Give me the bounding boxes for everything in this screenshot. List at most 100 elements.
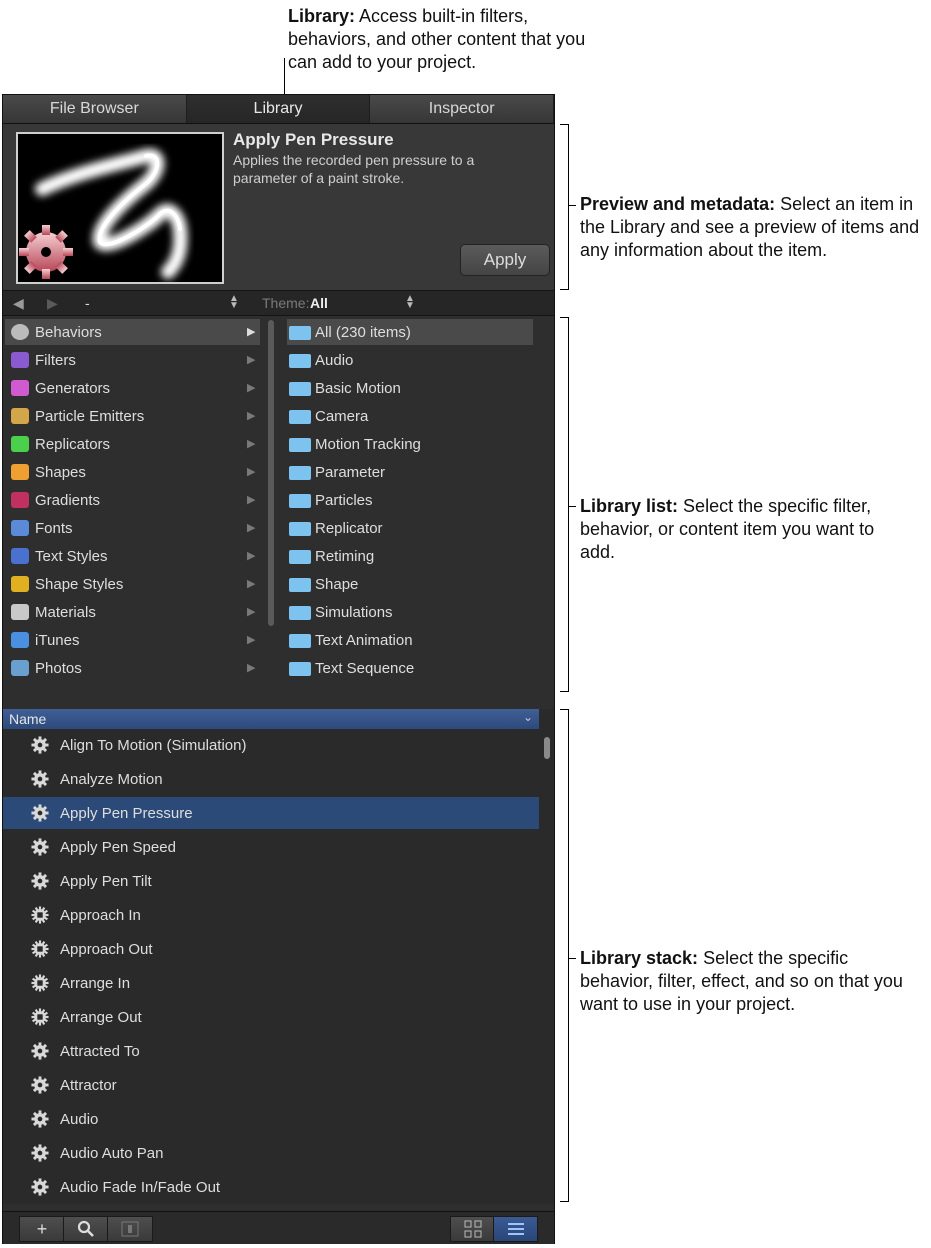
folder-label: Replicator	[315, 520, 383, 537]
bracket-list-top	[560, 317, 569, 318]
stack-item[interactable]: Align To Motion (Simulation)	[3, 729, 539, 761]
disclosure-arrow-icon: ▶	[247, 354, 256, 366]
callout-list: Library list: Select the specific filter…	[580, 495, 910, 564]
category-item[interactable]: Text Styles ▶	[5, 543, 260, 569]
folder-item[interactable]: Audio	[287, 347, 533, 373]
forward-arrow-icon[interactable]: ▶	[47, 295, 58, 312]
folder-item[interactable]: Text Animation	[287, 627, 533, 653]
category-item[interactable]: Photos ▶	[5, 655, 260, 681]
itunes-icon	[11, 632, 29, 648]
folder-item[interactable]: Replicator	[287, 515, 533, 541]
theme-stepper-icon[interactable]: ▲ ▼	[405, 294, 415, 311]
category-label: Particle Emitters	[35, 408, 145, 425]
category-item[interactable]: Shapes ▶	[5, 459, 260, 485]
icon-view-button[interactable]	[450, 1216, 495, 1242]
name-column-header[interactable]: Name ⌄	[3, 709, 539, 729]
folder-item[interactable]: Parameter	[287, 459, 533, 485]
search-icon	[77, 1220, 94, 1237]
callout-preview-title: Preview and metadata:	[580, 194, 776, 214]
text-style-icon	[11, 548, 29, 564]
folder-item[interactable]: Retiming	[287, 543, 533, 569]
stack-item[interactable]: Audio Auto Pan	[3, 1137, 539, 1169]
preview-toggle-button[interactable]	[107, 1216, 153, 1242]
category-label: Behaviors	[35, 324, 102, 341]
category-item[interactable]: Gradients ▶	[5, 487, 260, 513]
category-item[interactable]: Filters ▶	[5, 347, 260, 373]
stack-item[interactable]: Attractor	[3, 1069, 539, 1101]
stack-item[interactable]: Analyze Motion	[3, 763, 539, 795]
preview-thumbnail	[16, 132, 224, 284]
tab-inspector[interactable]: Inspector	[370, 95, 555, 123]
folder-item[interactable]: Text Sequence	[287, 655, 533, 681]
folder-item[interactable]: Basic Motion	[287, 375, 533, 401]
category-item[interactable]: Generators ▶	[5, 375, 260, 401]
folder-item[interactable]: Camera	[287, 403, 533, 429]
category-item[interactable]: Particle Emitters ▶	[5, 403, 260, 429]
bracket-preview-tick	[568, 205, 576, 206]
bracket-stack	[568, 709, 569, 1202]
theme-popup[interactable]: All	[310, 295, 328, 311]
back-arrow-icon[interactable]: ◀	[13, 295, 24, 312]
folder-item[interactable]: Shape	[287, 571, 533, 597]
folder-item[interactable]: Simulations	[287, 599, 533, 625]
stack-item[interactable]: Audio Fade In/Fade Out	[3, 1171, 539, 1203]
folder-label: Parameter	[315, 464, 386, 481]
apply-button[interactable]: Apply	[460, 244, 550, 276]
text-gear-icon	[31, 906, 49, 924]
category-label: Text Styles	[35, 548, 108, 565]
category-label: Filters	[35, 352, 76, 369]
folder-label: Shape	[315, 576, 359, 593]
stack-item[interactable]: Apply Pen Speed	[3, 831, 539, 863]
folder-item[interactable]: Motion Tracking	[287, 431, 533, 457]
list-view-button[interactable]	[493, 1216, 538, 1242]
column-divider-scroller[interactable]	[268, 320, 274, 626]
stack-item[interactable]: Audio	[3, 1103, 539, 1135]
text-gear-icon	[31, 1008, 49, 1026]
disclosure-arrow-icon: ▶	[247, 438, 256, 450]
search-button[interactable]	[63, 1216, 109, 1242]
category-item[interactable]: Materials ▶	[5, 599, 260, 625]
gear-icon	[31, 838, 49, 856]
path-popup-stepper-icon[interactable]: ▲ ▼	[229, 294, 239, 311]
folder-label: Simulations	[315, 604, 393, 621]
preview-area: Apply Pen Pressure Applies the recorded …	[3, 124, 554, 290]
stack-scrollbar[interactable]	[544, 737, 550, 759]
stack-item[interactable]: Arrange Out	[3, 1001, 539, 1033]
folder-item[interactable]: All (230 items)	[287, 319, 533, 345]
photos-icon	[11, 660, 29, 676]
theme-label: Theme:	[262, 295, 310, 311]
library-list: Behaviors ▶ Filters ▶ Generators ▶ Particle Em…	[3, 316, 554, 692]
disclosure-arrow-icon: ▶	[247, 578, 256, 590]
category-item[interactable]: Fonts ▶	[5, 515, 260, 541]
chevron-down-icon[interactable]: ⌄	[523, 710, 533, 724]
pen-stroke-preview	[19, 148, 188, 279]
category-item[interactable]: Replicators ▶	[5, 431, 260, 457]
stack-item[interactable]: Approach Out	[3, 933, 539, 965]
category-item[interactable]: Behaviors ▶	[5, 319, 260, 345]
add-button[interactable]: +	[19, 1216, 65, 1242]
bracket-preview-top	[560, 124, 569, 125]
category-label: iTunes	[35, 632, 80, 649]
folder-icon	[289, 466, 311, 480]
folder-label: Particles	[315, 492, 373, 509]
disclosure-arrow-icon: ▶	[247, 326, 256, 338]
folder-icon	[289, 438, 311, 452]
stack-item[interactable]: Apply Pen Pressure	[3, 797, 539, 829]
particle-icon	[11, 408, 29, 424]
stack-item[interactable]: Apply Pen Tilt	[3, 865, 539, 897]
disclosure-arrow-icon: ▶	[247, 382, 256, 394]
folder-icon	[289, 606, 311, 620]
folder-icon	[289, 382, 311, 396]
category-item[interactable]: iTunes ▶	[5, 627, 260, 653]
stack-item[interactable]: Arrange In	[3, 967, 539, 999]
tab-file-browser[interactable]: File Browser	[3, 95, 187, 123]
stack-item-label: Apply Pen Tilt	[60, 873, 152, 890]
category-item[interactable]: Shape Styles ▶	[5, 571, 260, 597]
folder-item[interactable]: Particles	[287, 487, 533, 513]
stack-item[interactable]: Attracted To	[3, 1035, 539, 1067]
callout-library-title: Library:	[288, 6, 356, 26]
stack-item[interactable]: Approach In	[3, 899, 539, 931]
tab-library[interactable]: Library	[186, 95, 371, 123]
disclosure-arrow-icon: ▶	[247, 662, 256, 674]
path-popup[interactable]: -	[85, 295, 90, 311]
